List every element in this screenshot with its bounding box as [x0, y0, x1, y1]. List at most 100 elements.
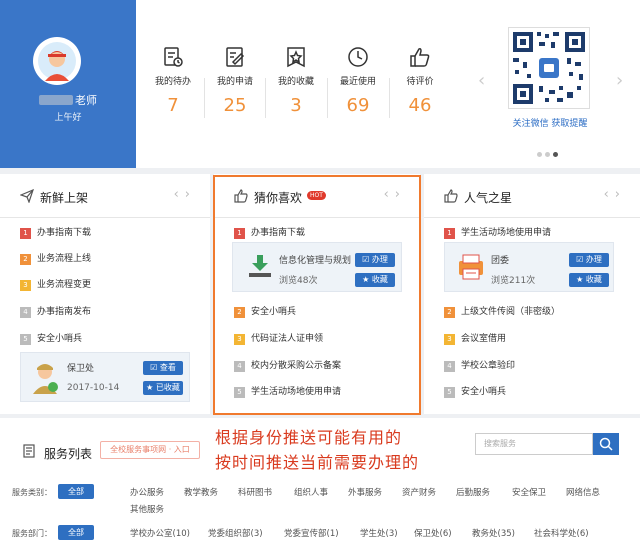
stat-label: 我的待办 [154, 77, 191, 87]
rank-badge: 2 [20, 254, 31, 265]
category-filter[interactable]: 科研图书 [238, 486, 272, 498]
stat-label: 待评价 [406, 77, 434, 87]
profile-card: 老师 上午好 [0, 0, 136, 168]
list-item[interactable]: 5 安全小哨兵 [444, 384, 506, 398]
stat-applications[interactable]: 我的申请 25 [205, 46, 265, 116]
stat-value: 25 [223, 95, 247, 116]
carousel-dot[interactable] [537, 152, 542, 157]
annotation-line-2: 按时间推送当前需要办理的 [215, 453, 420, 472]
handle-button[interactable]: ☑ 办理 [569, 253, 609, 267]
category-filter[interactable]: 安全保卫 [512, 486, 546, 498]
stat-todo[interactable]: 我的待办 7 [143, 46, 203, 116]
rank-badge: 5 [20, 334, 31, 345]
thumbs-up-icon [409, 46, 431, 68]
featured-card: 团委 浏览211次 ☑ 办理 ★ 收藏 [444, 242, 614, 292]
chevron-right-icon[interactable]: › [616, 70, 623, 91]
category-all-button[interactable]: 全部 [58, 484, 94, 499]
qr-code [508, 27, 590, 109]
panel-title: 人气之星 [464, 191, 513, 205]
stat-value: 7 [167, 95, 179, 116]
department-filter[interactable]: 学校办公室(10) [130, 527, 190, 539]
list-item[interactable]: 5 安全小哨兵 [20, 331, 82, 345]
stat-value: 3 [290, 95, 302, 116]
department-filter[interactable]: 教务处(35) [472, 527, 515, 539]
search-button[interactable] [593, 433, 619, 455]
rank-badge: 5 [444, 387, 455, 398]
top-dashboard: 老师 上午好 我的待办 7 我的申请 25 我的收藏 3 最近使用 69 待评价… [0, 0, 640, 168]
rank-badge: 3 [20, 280, 31, 291]
edit-document-icon [224, 46, 246, 68]
service-portal-link[interactable]: 全校服务事项网 · 入口 [100, 441, 200, 459]
rank-badge: 3 [444, 334, 455, 345]
category-filter[interactable]: 其他服务 [130, 503, 164, 515]
star-document-icon [285, 46, 307, 68]
stat-recent[interactable]: 最近使用 69 [328, 46, 388, 116]
list-item[interactable]: 1 办事指南下载 [20, 225, 91, 239]
favorited-button[interactable]: ★ 已收藏 [143, 381, 183, 395]
favorite-button[interactable]: ★ 收藏 [569, 273, 609, 287]
annotation-line-1: 根据身份推送可能有用的 [215, 428, 403, 447]
panel-popular: 人气之星 ‹› 1 学生活动场地使用申请 团委 浏览211次 ☑ 办理 ★ 收藏 … [424, 174, 640, 414]
category-filter[interactable]: 外事服务 [348, 486, 382, 498]
carousel-dot[interactable] [545, 152, 550, 157]
avatar[interactable] [33, 37, 81, 85]
pager-arrows[interactable]: ‹› [174, 187, 196, 202]
department-filter[interactable]: 社会科学处(6) [534, 527, 589, 539]
paper-plane-icon [19, 188, 34, 204]
stat-value: 46 [408, 95, 432, 116]
document-icon [22, 444, 36, 458]
category-filter[interactable]: 教学教务 [184, 486, 218, 498]
stat-label: 我的收藏 [277, 77, 314, 87]
featured-card: 保卫处 2017-10-14 ☑ 查看 ★ 已收藏 [20, 352, 190, 402]
list-item[interactable]: 4 学校公章验印 [444, 358, 515, 372]
category-filter[interactable]: 办公服务 [130, 486, 164, 498]
carousel-dots [537, 150, 561, 160]
view-button[interactable]: ☑ 查看 [143, 361, 183, 375]
list-item[interactable]: 1 学生活动场地使用申请 [444, 225, 551, 239]
edit-icon: ☑ [150, 363, 158, 372]
search-icon [599, 437, 613, 451]
list-item[interactable]: 4 办事指南发布 [20, 304, 91, 318]
security-guard-icon [31, 362, 59, 397]
edit-icon: ☑ [576, 255, 584, 264]
category-filter[interactable]: 网络信息 [566, 486, 600, 498]
category-filter[interactable]: 组织人事 [294, 486, 328, 498]
card-date: 2017-10-14 [67, 383, 120, 393]
service-list-title: 服务列表 [44, 447, 93, 461]
thumbs-up-icon [444, 189, 458, 203]
list-item[interactable]: 3 会议室借用 [444, 331, 506, 345]
list-item[interactable]: 2 上级文件传阅（非密级） [444, 304, 560, 318]
category-filter[interactable]: 后勤服务 [456, 486, 490, 498]
stat-label: 我的申请 [216, 77, 253, 87]
search-input[interactable]: 搜索服务 [475, 433, 593, 455]
rank-badge: 1 [444, 228, 455, 239]
rank-badge: 1 [20, 228, 31, 239]
department-all-button[interactable]: 全部 [58, 525, 94, 540]
stat-pending-review[interactable]: 待评价 46 [390, 46, 450, 116]
list-item[interactable]: 3 业务流程变更 [20, 277, 91, 291]
department-filter[interactable]: 学生处(3) [360, 527, 398, 539]
department-filter-label: 服务部门： [12, 529, 52, 538]
clock-icon [347, 46, 369, 68]
department-filter[interactable]: 党委宣传部(1) [284, 527, 339, 539]
stat-favorites[interactable]: 我的收藏 3 [266, 46, 326, 116]
panel-header: 新鲜上架 ‹› [0, 174, 210, 218]
qr-caption: 关注微信 获取提醒 [512, 119, 588, 129]
card-name: 保卫处 [67, 364, 95, 374]
chevron-left-icon[interactable]: ‹ [478, 70, 485, 91]
panel-header: 人气之星 ‹› [424, 174, 640, 218]
stat-label: 最近使用 [339, 77, 376, 87]
carousel-dot-active[interactable] [553, 152, 558, 157]
department-filter[interactable]: 保卫处(6) [414, 527, 452, 539]
clipboard-clock-icon [162, 46, 184, 68]
category-filter[interactable]: 资产财务 [402, 486, 436, 498]
panel-title: 新鲜上架 [40, 191, 89, 205]
department-filter[interactable]: 党委组织部(3) [208, 527, 263, 539]
list-item[interactable]: 2 业务流程上线 [20, 251, 91, 265]
printer-icon [457, 253, 485, 284]
pager-arrows[interactable]: ‹› [604, 187, 626, 202]
rank-badge: 2 [444, 307, 455, 318]
highlight-frame [213, 175, 421, 415]
stat-value: 69 [346, 95, 370, 116]
blurred-name [39, 95, 73, 105]
